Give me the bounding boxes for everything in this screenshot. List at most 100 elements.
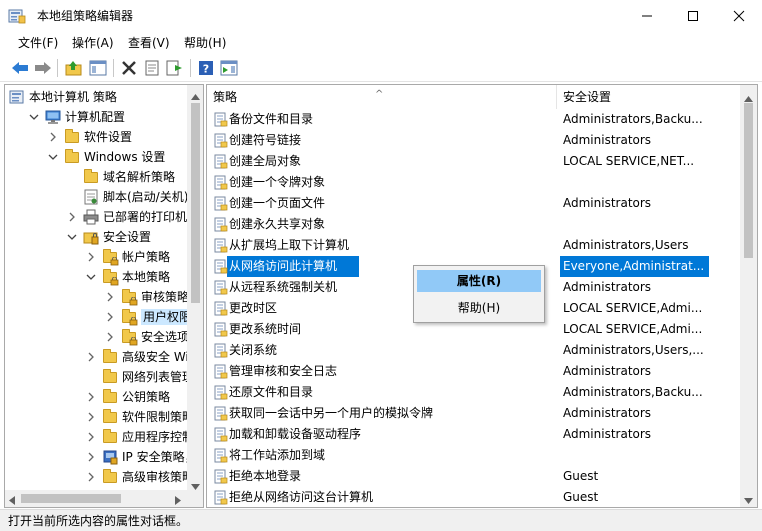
table-row[interactable]: 拒绝本地登录 Guest bbox=[207, 466, 739, 487]
collapsed-chevron-icon[interactable] bbox=[85, 471, 97, 483]
table-row[interactable]: 从扩展坞上取下计算机 Administrators,Users bbox=[207, 235, 739, 256]
window-title: 本地组策略编辑器 bbox=[37, 9, 134, 23]
table-row[interactable]: 创建永久共享对象 bbox=[207, 214, 739, 235]
tree-item[interactable]: 软件设置 bbox=[47, 127, 132, 147]
tree-item[interactable]: 脚本(启动/关机) bbox=[66, 187, 188, 207]
tree-item[interactable]: 本地计算机 策略 bbox=[9, 87, 117, 107]
close-button[interactable] bbox=[716, 0, 762, 32]
script-icon bbox=[83, 189, 99, 205]
collapsed-chevron-icon[interactable] bbox=[85, 251, 97, 263]
table-row[interactable]: 管理审核和安全日志 Administrators bbox=[207, 361, 739, 382]
export-list-icon[interactable] bbox=[165, 58, 185, 78]
back-icon[interactable] bbox=[10, 58, 30, 78]
table-row[interactable]: 拒绝从网络访问这台计算机 Guest bbox=[207, 487, 739, 507]
tree-item[interactable]: 已部署的打印机 bbox=[66, 207, 187, 227]
delete-icon[interactable] bbox=[119, 58, 139, 78]
tree-hscroll-thumb[interactable] bbox=[21, 494, 121, 503]
forward-icon[interactable] bbox=[33, 58, 53, 78]
menu-action[interactable]: 操作(A) bbox=[72, 35, 114, 51]
policy-setting-icon bbox=[214, 406, 228, 421]
menu-view[interactable]: 查看(V) bbox=[128, 35, 170, 51]
table-row[interactable]: 关闭系统 Administrators,Users,... bbox=[207, 340, 739, 361]
table-row[interactable]: 创建全局对象 LOCAL SERVICE,NET... bbox=[207, 151, 739, 172]
policy-setting-icon bbox=[214, 469, 228, 484]
table-row[interactable]: 创建符号链接 Administrators bbox=[207, 130, 739, 151]
tree-item[interactable]: 本地策略 bbox=[85, 267, 170, 287]
table-row[interactable]: 备份文件和目录 Administrators,Backu... bbox=[207, 109, 739, 130]
context-menu-help[interactable]: 帮助(H) bbox=[417, 297, 541, 319]
collapsed-chevron-icon[interactable] bbox=[104, 291, 116, 303]
context-menu-properties[interactable]: 属性(R) bbox=[417, 270, 541, 292]
list-vertical-scrollbar[interactable] bbox=[740, 85, 757, 507]
expanded-chevron-icon[interactable] bbox=[85, 271, 97, 283]
tree-item-label: IP 安全策略， bbox=[122, 450, 197, 464]
expanded-chevron-icon[interactable] bbox=[47, 151, 59, 163]
tree-item[interactable]: 审核策略 bbox=[104, 287, 189, 307]
show-action-pane-icon[interactable] bbox=[219, 58, 239, 78]
tree-item[interactable]: 应用程序控制 bbox=[85, 427, 194, 447]
properties-icon[interactable] bbox=[142, 58, 162, 78]
menu-bar: 文件(F) 操作(A) 查看(V) 帮助(H) bbox=[0, 32, 762, 54]
tree-scroll-thumb[interactable] bbox=[191, 103, 200, 303]
tree-item-label: 高级安全 Win bbox=[122, 350, 197, 364]
tree-item[interactable]: IP 安全策略， bbox=[85, 447, 197, 467]
tree-item[interactable]: 安全选项 bbox=[104, 327, 189, 347]
tree-item[interactable]: 高级安全 Win bbox=[85, 347, 196, 367]
policy-name: 创建符号链接 bbox=[229, 133, 302, 147]
table-row[interactable]: 创建一个令牌对象 bbox=[207, 172, 739, 193]
tree-item[interactable]: 帐户策略 bbox=[85, 247, 170, 267]
tree-horizontal-scrollbar[interactable] bbox=[5, 490, 203, 507]
tree-item[interactable]: 公钥策略 bbox=[85, 387, 170, 407]
help-icon[interactable]: ? bbox=[196, 58, 216, 78]
minimize-button[interactable] bbox=[624, 0, 670, 32]
collapsed-chevron-icon[interactable] bbox=[85, 391, 97, 403]
policy-name: 将工作站添加到域 bbox=[229, 448, 326, 462]
maximize-button[interactable] bbox=[670, 0, 716, 32]
menu-file[interactable]: 文件(F) bbox=[18, 35, 58, 51]
folder-icon bbox=[64, 129, 80, 145]
expanded-chevron-icon[interactable] bbox=[28, 111, 40, 123]
table-row[interactable]: 获取同一会话中另一个用户的模拟令牌 Administrators bbox=[207, 403, 739, 424]
table-row[interactable]: 创建一个页面文件 Administrators bbox=[207, 193, 739, 214]
collapsed-chevron-icon[interactable] bbox=[85, 351, 97, 363]
collapsed-chevron-icon[interactable] bbox=[85, 411, 97, 423]
policy-name: 加载和卸载设备驱动程序 bbox=[229, 427, 362, 441]
scroll-left-icon[interactable] bbox=[9, 494, 15, 507]
tree-item[interactable]: 高级审核策略 bbox=[85, 467, 194, 487]
tree-item-label: 域名解析策略 bbox=[103, 170, 176, 184]
up-folder-icon[interactable] bbox=[64, 58, 84, 78]
column-header-policy[interactable]: 策略 ^ bbox=[207, 85, 557, 109]
scroll-down-icon[interactable] bbox=[744, 493, 753, 507]
collapsed-chevron-icon[interactable] bbox=[85, 431, 97, 443]
tree-item[interactable]: 网络列表管理 bbox=[85, 367, 194, 387]
collapsed-chevron-icon[interactable] bbox=[104, 311, 116, 323]
collapsed-chevron-icon[interactable] bbox=[47, 131, 59, 143]
table-row[interactable]: 加载和卸载设备驱动程序 Administrators bbox=[207, 424, 739, 445]
table-row[interactable]: 将工作站添加到域 bbox=[207, 445, 739, 466]
menu-help[interactable]: 帮助(H) bbox=[184, 35, 226, 51]
expanded-chevron-icon[interactable] bbox=[66, 231, 78, 243]
collapsed-chevron-icon[interactable] bbox=[104, 331, 116, 343]
tree-item-label: 安全设置 bbox=[103, 230, 152, 244]
table-row[interactable]: 还原文件和目录 Administrators,Backu... bbox=[207, 382, 739, 403]
column-header-security-setting[interactable]: 安全设置 bbox=[557, 85, 739, 109]
status-text: 打开当前所选内容的属性对话框。 bbox=[8, 514, 189, 528]
tree-vertical-scrollbar[interactable] bbox=[187, 85, 203, 490]
policy-setting-icon bbox=[214, 322, 228, 337]
policy-setting-icon bbox=[214, 385, 228, 400]
collapsed-chevron-icon[interactable] bbox=[85, 451, 97, 463]
policy-name: 从远程系统强制关机 bbox=[229, 280, 338, 294]
scroll-right-icon[interactable] bbox=[175, 494, 181, 507]
scroll-up-icon[interactable] bbox=[191, 89, 200, 103]
tree-item[interactable]: 安全设置 bbox=[66, 227, 151, 247]
tree-item-label: 高级审核策略 bbox=[122, 470, 195, 484]
security-setting-value: Guest bbox=[563, 469, 599, 483]
collapsed-chevron-icon[interactable] bbox=[66, 211, 78, 223]
security-setting-value: Administrators bbox=[563, 133, 652, 147]
tree-item[interactable]: Windows 设置 bbox=[47, 147, 165, 167]
show-hide-tree-icon[interactable] bbox=[88, 58, 108, 78]
tree-item[interactable]: 计算机配置 bbox=[28, 107, 125, 127]
tree-item[interactable]: 软件限制策略 bbox=[85, 407, 194, 427]
list-scroll-thumb[interactable] bbox=[744, 103, 753, 258]
tree-item[interactable]: 域名解析策略 bbox=[66, 167, 175, 187]
